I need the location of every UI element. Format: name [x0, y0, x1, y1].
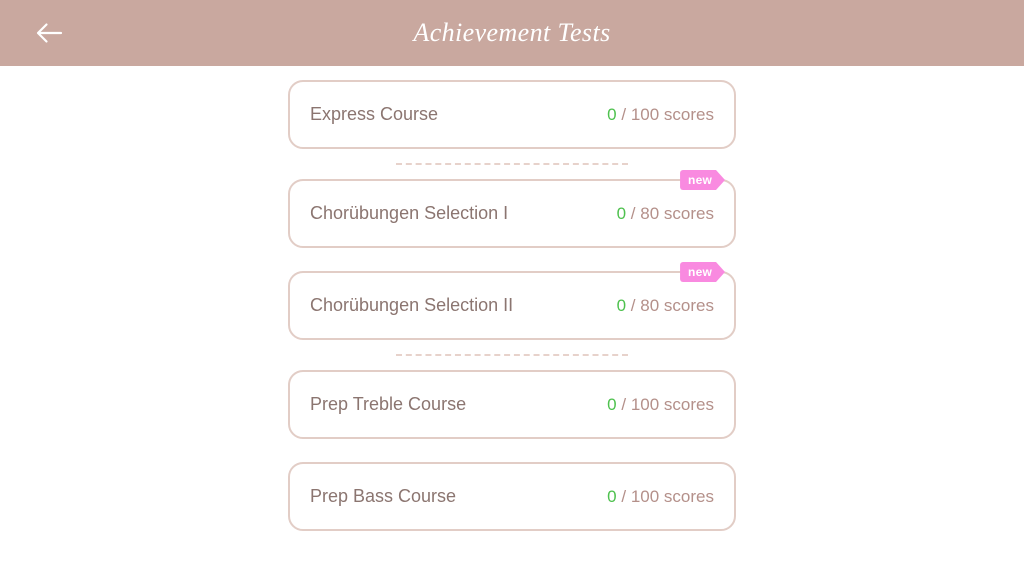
test-group: Chorübungen Selection I 0 / 80 scores new C…	[288, 179, 736, 340]
test-card-label: Express Course	[310, 104, 439, 124]
test-card-score: 0 / 100 scores	[607, 105, 714, 125]
test-card[interactable]: Chorübungen Selection II 0 / 80 scores new	[288, 271, 736, 340]
score-unit-label: scores	[663, 295, 714, 315]
group-divider	[288, 340, 736, 370]
score-unit-label: scores	[663, 203, 714, 223]
score-separator: /	[621, 104, 627, 124]
test-list: Express Course 0 / 100 scores Chorübungen …	[288, 66, 736, 531]
test-card-score: 0 / 100 scores	[607, 395, 714, 415]
score-total-value: 100	[630, 104, 660, 124]
test-card[interactable]: Chorübungen Selection I0 / 80 scores new	[288, 179, 736, 248]
app-header: Achievement Tests	[0, 0, 1024, 66]
score-unit-label: scores	[663, 394, 714, 414]
score-unit-label: scores	[663, 486, 714, 506]
score-total-value: 100	[630, 394, 660, 414]
test-card-label: Chorübungen Selection II	[310, 295, 514, 315]
score-current-value: 0	[607, 104, 617, 124]
score-unit-label: scores	[663, 104, 714, 124]
test-group: Express Course 0 / 100 scores	[288, 80, 736, 149]
score-separator: /	[621, 394, 627, 414]
new-badge: new	[680, 170, 725, 190]
test-card[interactable]: Prep Treble Course 0 / 100 scores	[288, 370, 736, 439]
score-current-value: 0	[607, 486, 617, 506]
score-total-value: 80	[640, 203, 660, 223]
score-separator: /	[630, 295, 636, 315]
score-separator: /	[621, 486, 627, 506]
test-card[interactable]: Express Course 0 / 100 scores	[288, 80, 736, 149]
test-card-score: 0 / 80 scores	[617, 204, 714, 224]
score-current-value: 0	[616, 203, 627, 223]
test-card-score: 0 / 100 scores	[607, 487, 714, 507]
test-card-label: Prep Bass Course	[310, 486, 457, 506]
score-current-value: 0	[616, 295, 627, 315]
achievement-tests-screen: Achievement Tests Express Course 0 / 100 …	[0, 0, 1024, 576]
score-separator: /	[630, 203, 636, 223]
test-list-scroll-area[interactable]: Express Course 0 / 100 scores Chorübungen …	[0, 66, 1024, 576]
test-card-label: Chorübungen Selection I	[310, 203, 509, 223]
test-card-score: 0 / 80 scores	[617, 296, 714, 316]
dashed-line	[396, 163, 628, 165]
test-group: Prep Treble Course 0 / 100 scores Prep Bas…	[288, 370, 736, 531]
page-title: Achievement Tests	[413, 18, 611, 47]
test-card[interactable]: Prep Bass Course 0 / 100 scores	[288, 462, 736, 531]
score-total-value: 80	[640, 295, 660, 315]
test-card-label: Prep Treble Course	[310, 394, 467, 414]
group-divider	[288, 149, 736, 179]
score-total-value: 100	[630, 486, 660, 506]
score-current-value: 0	[607, 394, 617, 414]
dashed-line	[396, 354, 628, 356]
new-badge: new	[680, 262, 725, 282]
